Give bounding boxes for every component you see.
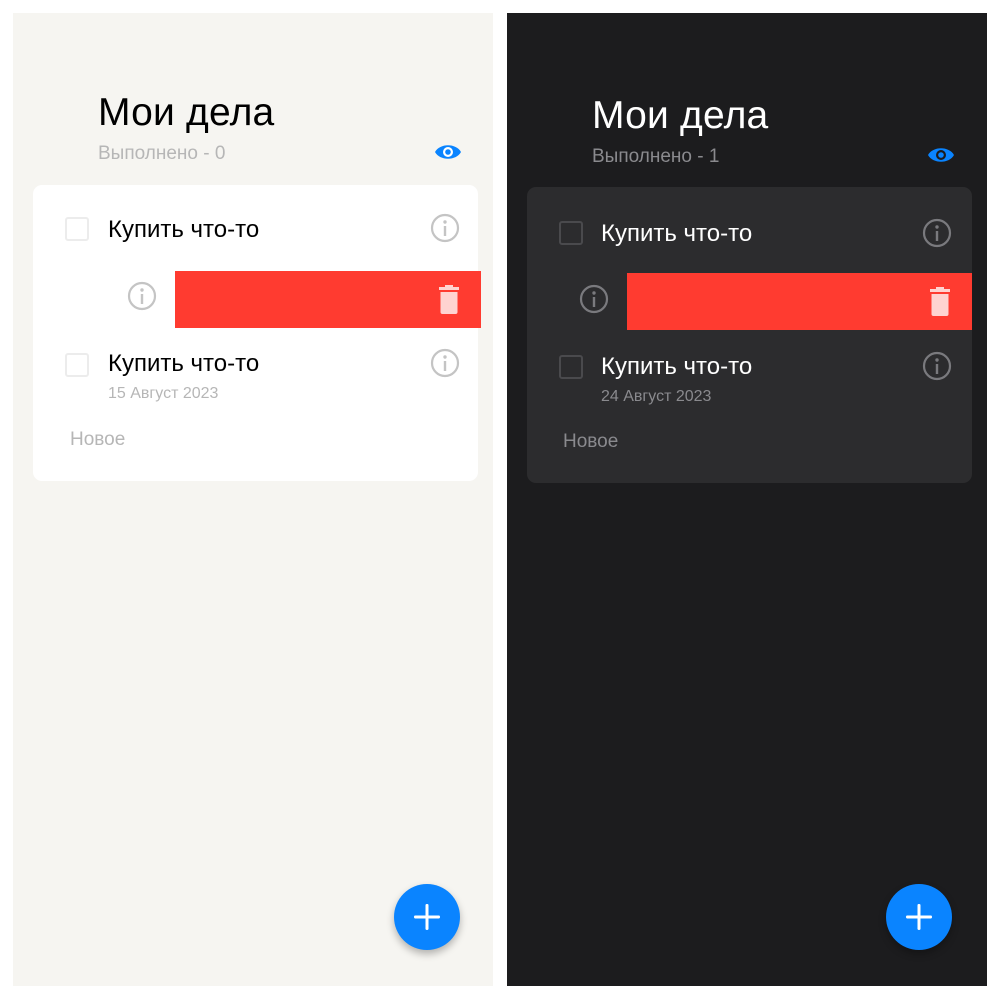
completed-counter: Выполнено - 1 <box>592 146 720 167</box>
trash-icon <box>439 285 459 314</box>
new-task-input[interactable]: Новое <box>563 431 618 453</box>
info-icon[interactable] <box>579 284 609 314</box>
info-icon[interactable] <box>430 348 460 378</box>
dark-theme-screen: Мои дела Выполнено - 1 Купить что-то Куп… <box>507 13 987 986</box>
task-checkbox[interactable] <box>559 355 583 379</box>
add-task-button[interactable] <box>394 884 460 950</box>
info-icon[interactable] <box>127 281 157 311</box>
plus-icon <box>906 904 932 930</box>
task-title: Купить что-то <box>601 353 753 380</box>
eye-icon[interactable] <box>434 142 462 162</box>
eye-icon[interactable] <box>927 145 955 165</box>
info-icon[interactable] <box>430 213 460 243</box>
delete-swipe-action[interactable] <box>175 271 481 328</box>
task-title: Купить что-то <box>108 216 260 243</box>
info-icon[interactable] <box>922 218 952 248</box>
completed-counter: Выполнено - 0 <box>98 143 226 164</box>
info-icon[interactable] <box>922 351 952 381</box>
task-checkbox[interactable] <box>65 217 89 241</box>
page-title: Мои дела <box>592 94 769 137</box>
add-task-button[interactable] <box>886 884 952 950</box>
task-title: Купить что-то <box>601 220 753 247</box>
delete-swipe-action[interactable] <box>627 273 972 330</box>
task-checkbox[interactable] <box>65 353 89 377</box>
task-list-card: Купить что-то <box>527 187 972 483</box>
trash-icon <box>930 287 950 316</box>
new-task-input[interactable]: Новое <box>70 429 125 451</box>
task-date: 24 Август 2023 <box>601 388 712 405</box>
task-list-card: Купить что-то <box>33 185 481 481</box>
light-theme-screen: Мои дела Выполнено - 0 Купить что-то Куп… <box>13 13 493 986</box>
plus-icon <box>414 904 440 930</box>
task-date: 15 Август 2023 <box>108 385 219 402</box>
task-checkbox[interactable] <box>559 221 583 245</box>
page-title: Мои дела <box>98 91 275 134</box>
task-title: Купить что-то <box>108 350 260 377</box>
